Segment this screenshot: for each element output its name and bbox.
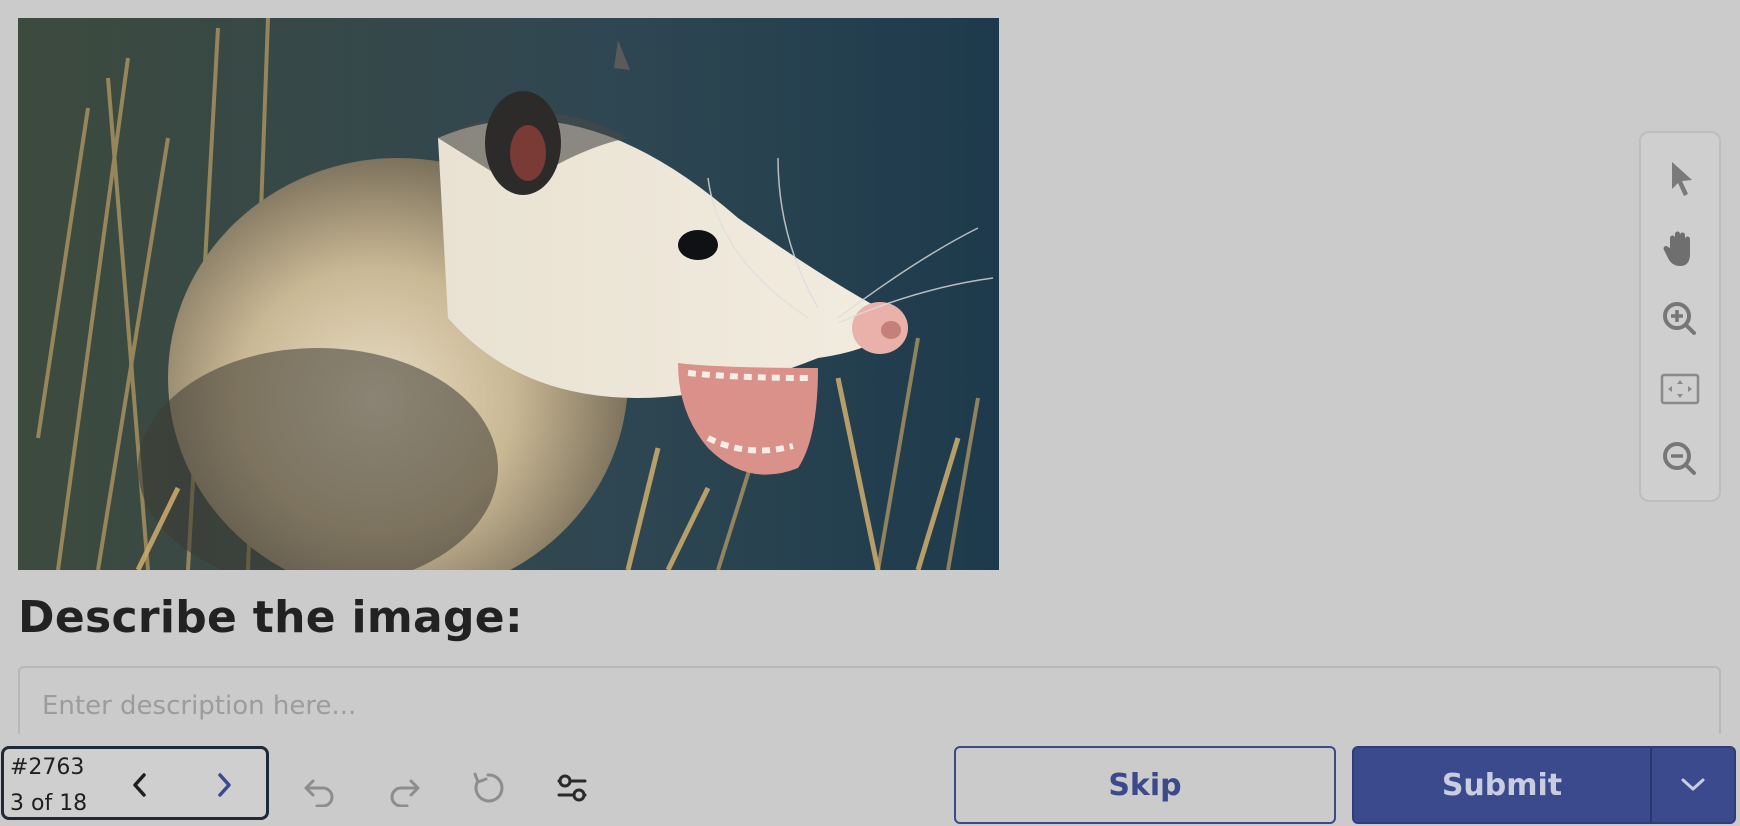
task-navigator: #2763 3 of 18 [1, 746, 269, 820]
redo-icon [390, 779, 420, 807]
prompt-title: Describe the image: [18, 592, 523, 643]
next-task-button[interactable] [206, 767, 242, 803]
select-tool-button[interactable] [1650, 149, 1710, 207]
submit-button[interactable]: Submit [1354, 748, 1652, 822]
zoom-out-button[interactable] [1650, 430, 1710, 488]
image-tool-rail [1639, 131, 1721, 502]
previous-task-button[interactable] [122, 767, 158, 803]
cursor-icon [1672, 162, 1692, 197]
task-image[interactable] [18, 18, 999, 570]
sliders-icon [557, 774, 587, 802]
fit-screen-button[interactable] [1650, 360, 1710, 418]
submit-button-group: Submit [1352, 746, 1736, 824]
fit-screen-icon [1660, 373, 1700, 404]
zoom-in-icon [1663, 301, 1696, 335]
chevron-down-icon [1681, 778, 1705, 791]
pan-tool-button[interactable] [1650, 219, 1710, 277]
bottom-action-bar: #2763 3 of 18 Skip Submit [0, 734, 1740, 826]
reset-icon [473, 772, 504, 803]
chevron-right-icon [218, 773, 231, 797]
annotation-app: Describe the image: #2763 3 of 18 [0, 0, 1740, 826]
reset-button[interactable] [464, 764, 512, 812]
submit-options-button[interactable] [1652, 748, 1734, 822]
skip-button[interactable]: Skip [954, 746, 1336, 824]
chevron-left-icon [133, 773, 146, 797]
zoom-out-icon [1663, 441, 1696, 475]
zoom-in-button[interactable] [1650, 289, 1710, 347]
hand-icon [1663, 231, 1690, 267]
opossum-photo [18, 18, 999, 570]
redo-button[interactable] [380, 764, 428, 812]
undo-button[interactable] [296, 764, 344, 812]
undo-icon [304, 779, 334, 807]
task-position: 3 of 18 [10, 791, 88, 816]
settings-button[interactable] [548, 764, 596, 812]
task-id: #2763 [10, 755, 85, 780]
